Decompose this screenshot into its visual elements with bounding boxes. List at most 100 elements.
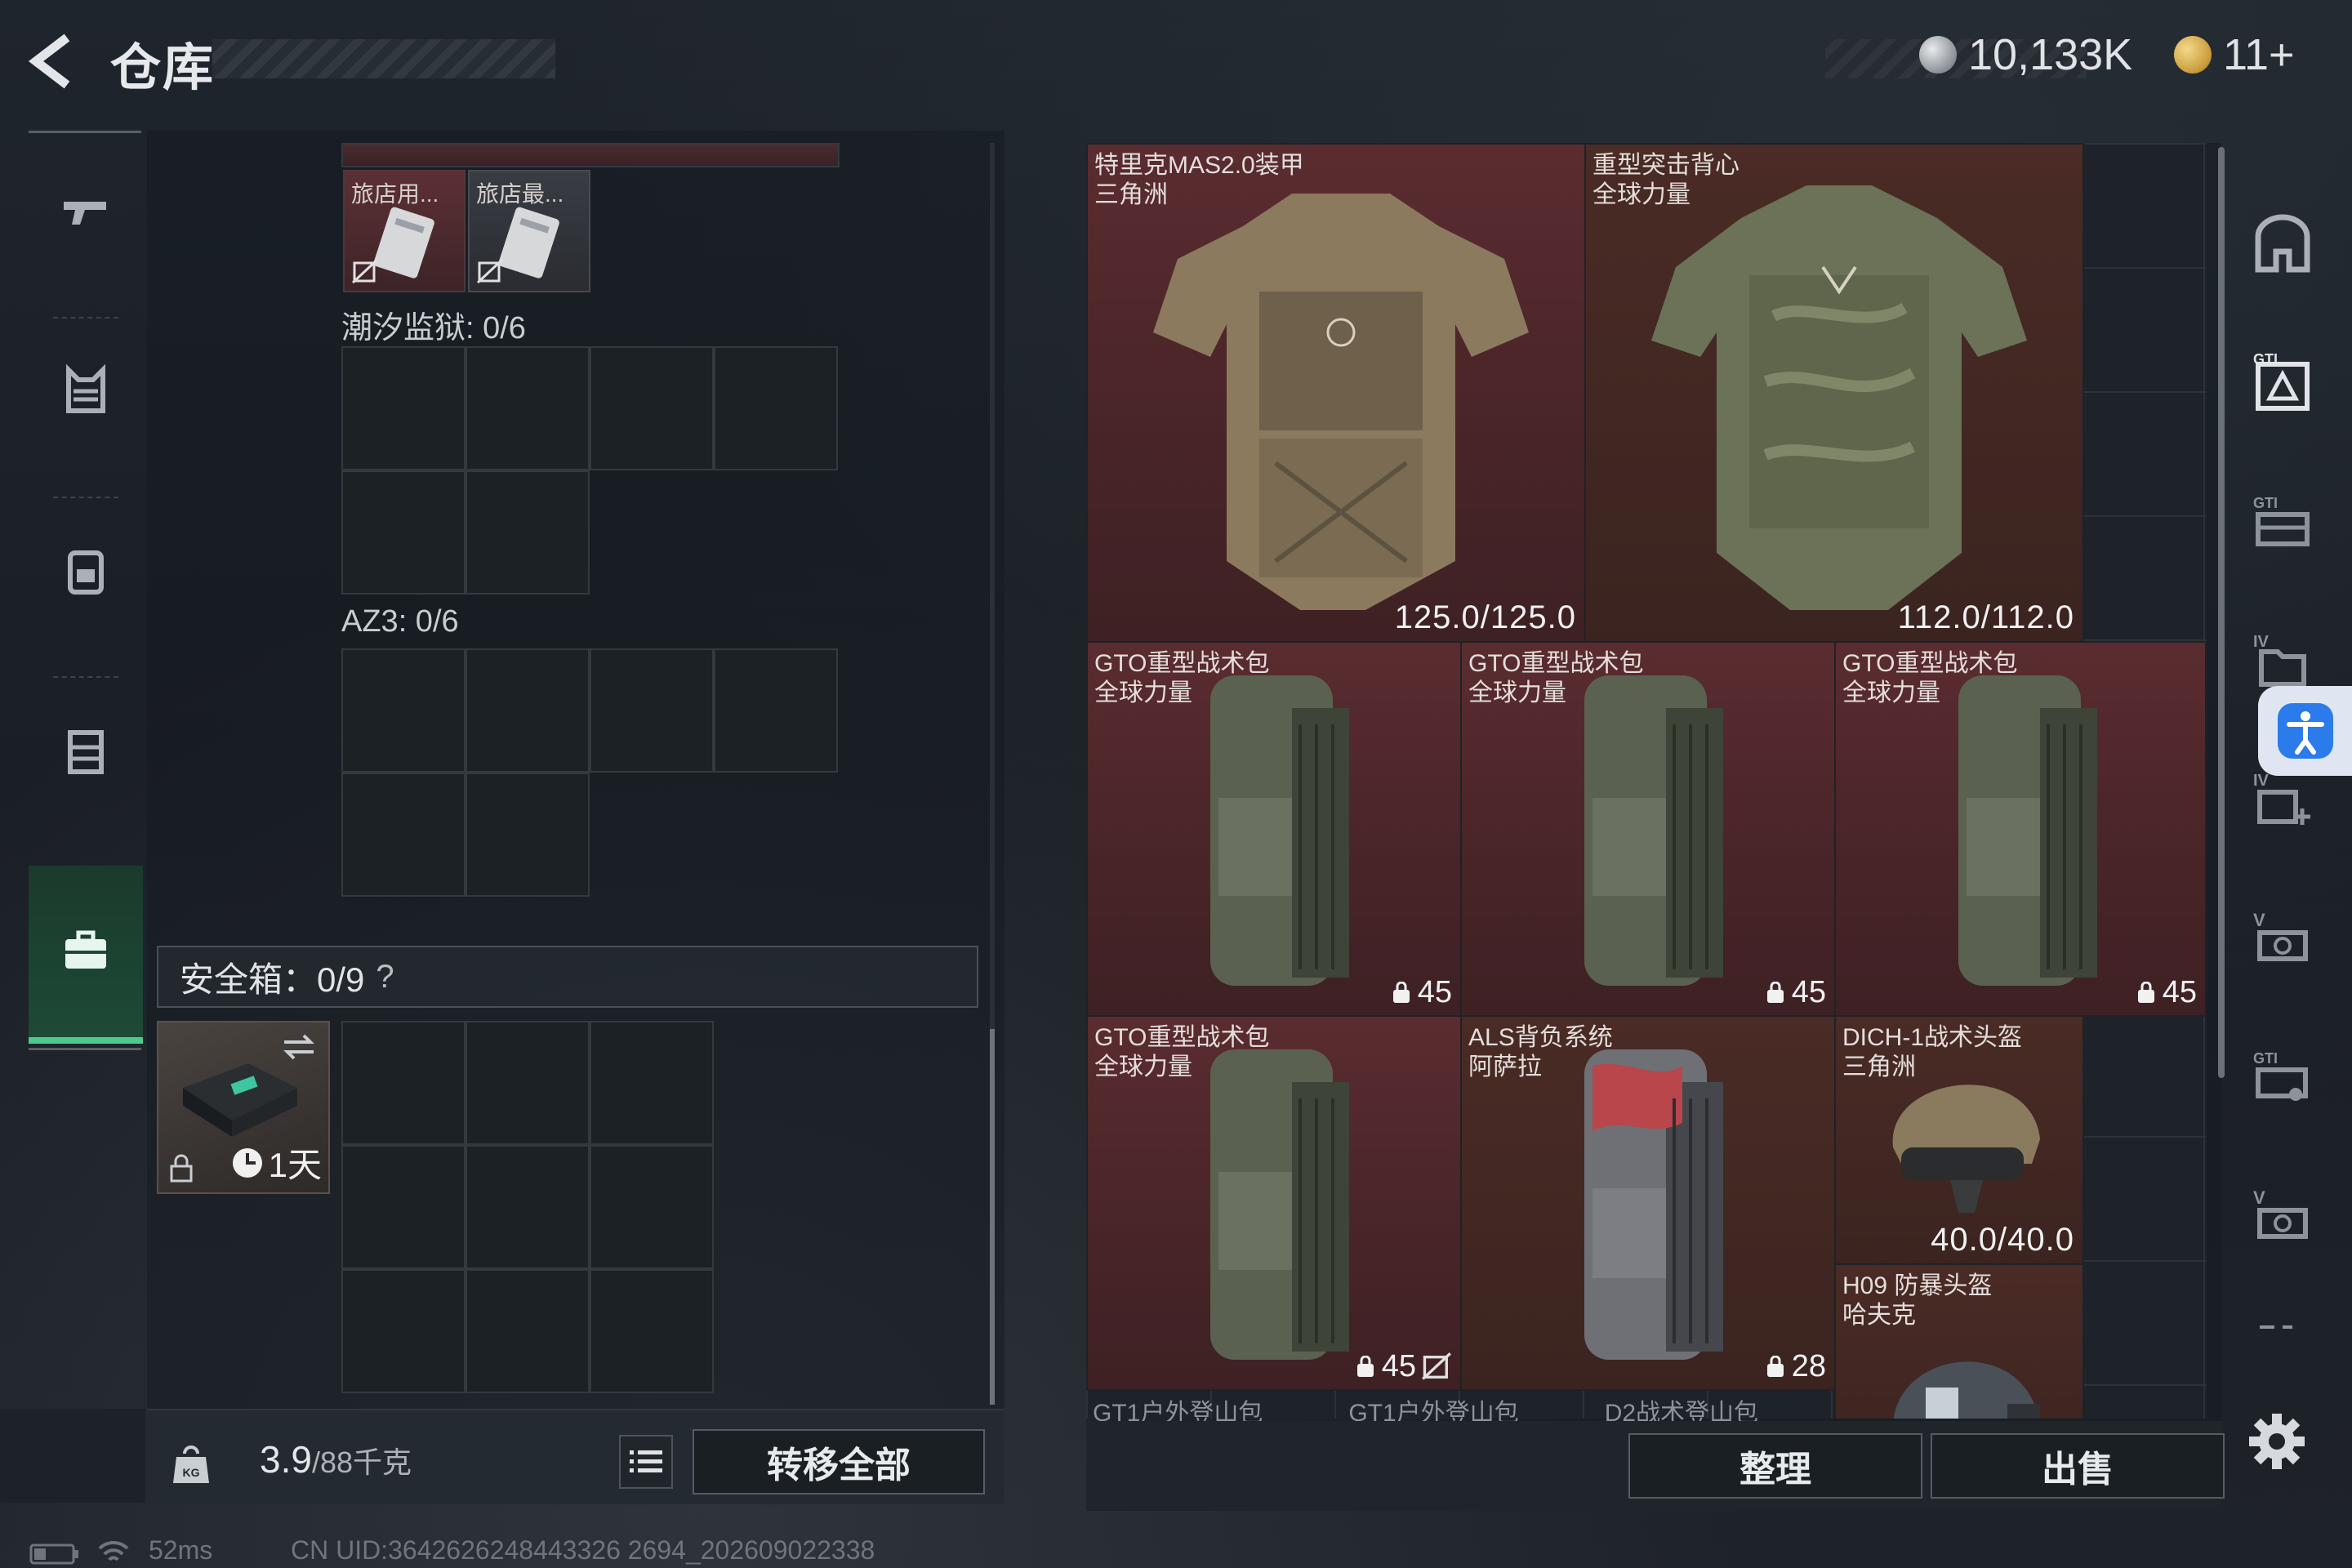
capacity-value: 28 [1791, 1349, 1826, 1383]
slot[interactable] [714, 346, 838, 470]
stash-item[interactable]: 重型突击背心 全球力量 112.0/112.0 [1584, 143, 2084, 643]
item-name-line2: 全球力量 [1094, 1054, 1192, 1080]
battery-icon [29, 1544, 78, 1565]
tab-gti-3[interactable]: GTI [2230, 1017, 2336, 1139]
stash-item[interactable]: 特里克MAS2.0装甲 三角洲 125.0/125.0 [1086, 143, 1586, 643]
item-name-line2: 全球力量 [1842, 679, 1940, 706]
stash-item[interactable]: GTO重型战术包 全球力量 45 [1834, 641, 2207, 1017]
tab-v-2[interactable]: V [2230, 1156, 2336, 1278]
safebox-header: 安全箱：0/9 ? [157, 946, 978, 1008]
accessibility-button[interactable] [2258, 686, 2352, 776]
backpack-capacity-icon [1356, 1355, 1374, 1377]
tab-text: IV [2253, 633, 2270, 651]
slot[interactable] [590, 1269, 714, 1393]
tab-gti-1[interactable]: GTI [2230, 323, 2336, 445]
slot[interactable] [590, 648, 714, 773]
clock-icon [232, 1147, 262, 1178]
left-scrollbar-thumb[interactable] [990, 1029, 995, 1405]
tab-more[interactable] [2230, 1294, 2336, 1360]
weight-unit: /88千克 [311, 1446, 412, 1479]
capacity-value: 45 [1381, 1349, 1416, 1383]
nav-weapon[interactable] [29, 131, 143, 294]
item-name-line1: GTO重型战术包 [1094, 1024, 1270, 1051]
slot[interactable] [341, 1269, 466, 1393]
help-icon[interactable]: ? [376, 959, 394, 996]
stash-item[interactable]: GTO重型战术包 全球力量 45 [1460, 641, 1836, 1017]
empty-space [590, 773, 714, 897]
durability: 112.0/112.0 [1897, 599, 2074, 635]
safebox-case-icon [183, 1063, 297, 1137]
list-view-button[interactable] [619, 1435, 673, 1489]
stash-item[interactable]: H09 防暴头盔 哈夫克 [1834, 1263, 2084, 1419]
gti-tab-icon: GTI [2253, 351, 2310, 411]
item-name-line2: 全球力量 [1592, 181, 1690, 208]
nav-case[interactable] [29, 866, 143, 1044]
currency-gold: 11+ [2174, 29, 2295, 80]
slot[interactable] [466, 1145, 590, 1269]
stash-scrollbar[interactable] [2218, 147, 2225, 1078]
sell-button[interactable]: 出售 [1931, 1433, 2225, 1499]
backpack-capacity-icon [1392, 981, 1410, 1003]
accessibility-icon [2277, 703, 2333, 759]
stash-item[interactable]: ALS背负系统 阿萨拉 28 [1460, 1015, 1836, 1391]
backpack-icon [68, 550, 104, 595]
slot[interactable] [590, 346, 714, 470]
transfer-all-button[interactable]: 转移全部 [693, 1429, 985, 1494]
durability: 125.0/125.0 [1394, 599, 1576, 635]
silver-coin-icon [1919, 36, 1957, 74]
swap-icon[interactable] [281, 1032, 317, 1062]
tab-gti-2[interactable]: GTI [2230, 461, 2336, 584]
capacity-value: 45 [1791, 975, 1826, 1009]
tab-text: IV [2253, 772, 2270, 790]
slot[interactable] [466, 346, 590, 470]
nav-bottom-line [29, 1048, 141, 1050]
stash-item[interactable]: DICH-1战术头盔 三角洲 40.0/40.0 [1834, 1015, 2084, 1265]
nav-chest-rig[interactable] [29, 668, 143, 831]
slot[interactable] [466, 470, 590, 595]
backpack-capacity-icon [1766, 1355, 1784, 1377]
duration-text: 1天 [268, 1146, 322, 1184]
capacity: 45 [1764, 975, 1826, 1010]
slot[interactable] [341, 773, 466, 897]
sort-button[interactable]: 整理 [1628, 1433, 1922, 1499]
stash-grid: 特里克MAS2.0装甲 三角洲 125.0/125.0 重型突击背心 全球力量 11… [1086, 143, 2207, 1419]
item-name-line1: GTO重型战术包 [1842, 650, 2018, 677]
keycard-icon [498, 207, 559, 278]
back-arrow-icon[interactable] [24, 33, 82, 90]
settings-gear-icon[interactable] [2244, 1409, 2310, 1474]
nav-backpack[interactable] [29, 488, 143, 652]
item-name-line1: 重型突击背心 [1592, 152, 1740, 179]
capacity: 45 [1354, 1349, 1452, 1384]
slot[interactable] [466, 1021, 590, 1145]
tab-stash-main[interactable] [2230, 184, 2336, 306]
slot[interactable] [590, 1145, 714, 1269]
tab-text: V [2253, 910, 2265, 930]
v-tab-icon: V [2253, 1187, 2308, 1239]
slot[interactable] [341, 346, 466, 470]
tab-v-1[interactable]: V [2230, 878, 2336, 1000]
slot[interactable] [466, 648, 590, 773]
container-item-2[interactable]: 旅店最... [468, 170, 590, 292]
slot[interactable] [590, 1021, 714, 1145]
nav-armor[interactable] [29, 309, 143, 472]
slot[interactable] [466, 1269, 590, 1393]
gti-tab-icon: GTI [2253, 1050, 2308, 1101]
slot[interactable] [714, 648, 838, 773]
currency-silver-value: 10,133K [1968, 30, 2133, 79]
no-trade-icon [1422, 1352, 1451, 1380]
body-armor-icon [1153, 194, 1529, 610]
slot[interactable] [341, 1145, 466, 1269]
slot[interactable] [466, 773, 590, 897]
slot[interactable] [341, 648, 466, 773]
container-item-1[interactable]: 旅店用... [343, 170, 466, 292]
stash-item[interactable]: GTO重型战术包 全球力量 45 [1086, 641, 1462, 1017]
svg-text:KG: KG [183, 1466, 200, 1479]
slot[interactable] [341, 470, 466, 595]
safebox-item[interactable]: 1天 [157, 1021, 330, 1194]
user-uid: CN UID:3642626248443326 2694_20260902233… [291, 1535, 875, 1565]
ping: 52ms [149, 1535, 213, 1565]
tactical-backpack-icon [1210, 1049, 1349, 1360]
no-trade-icon [476, 258, 504, 284]
stash-item[interactable]: GTO重型战术包 全球力量 45 [1086, 1015, 1462, 1391]
slot[interactable] [341, 1021, 466, 1145]
